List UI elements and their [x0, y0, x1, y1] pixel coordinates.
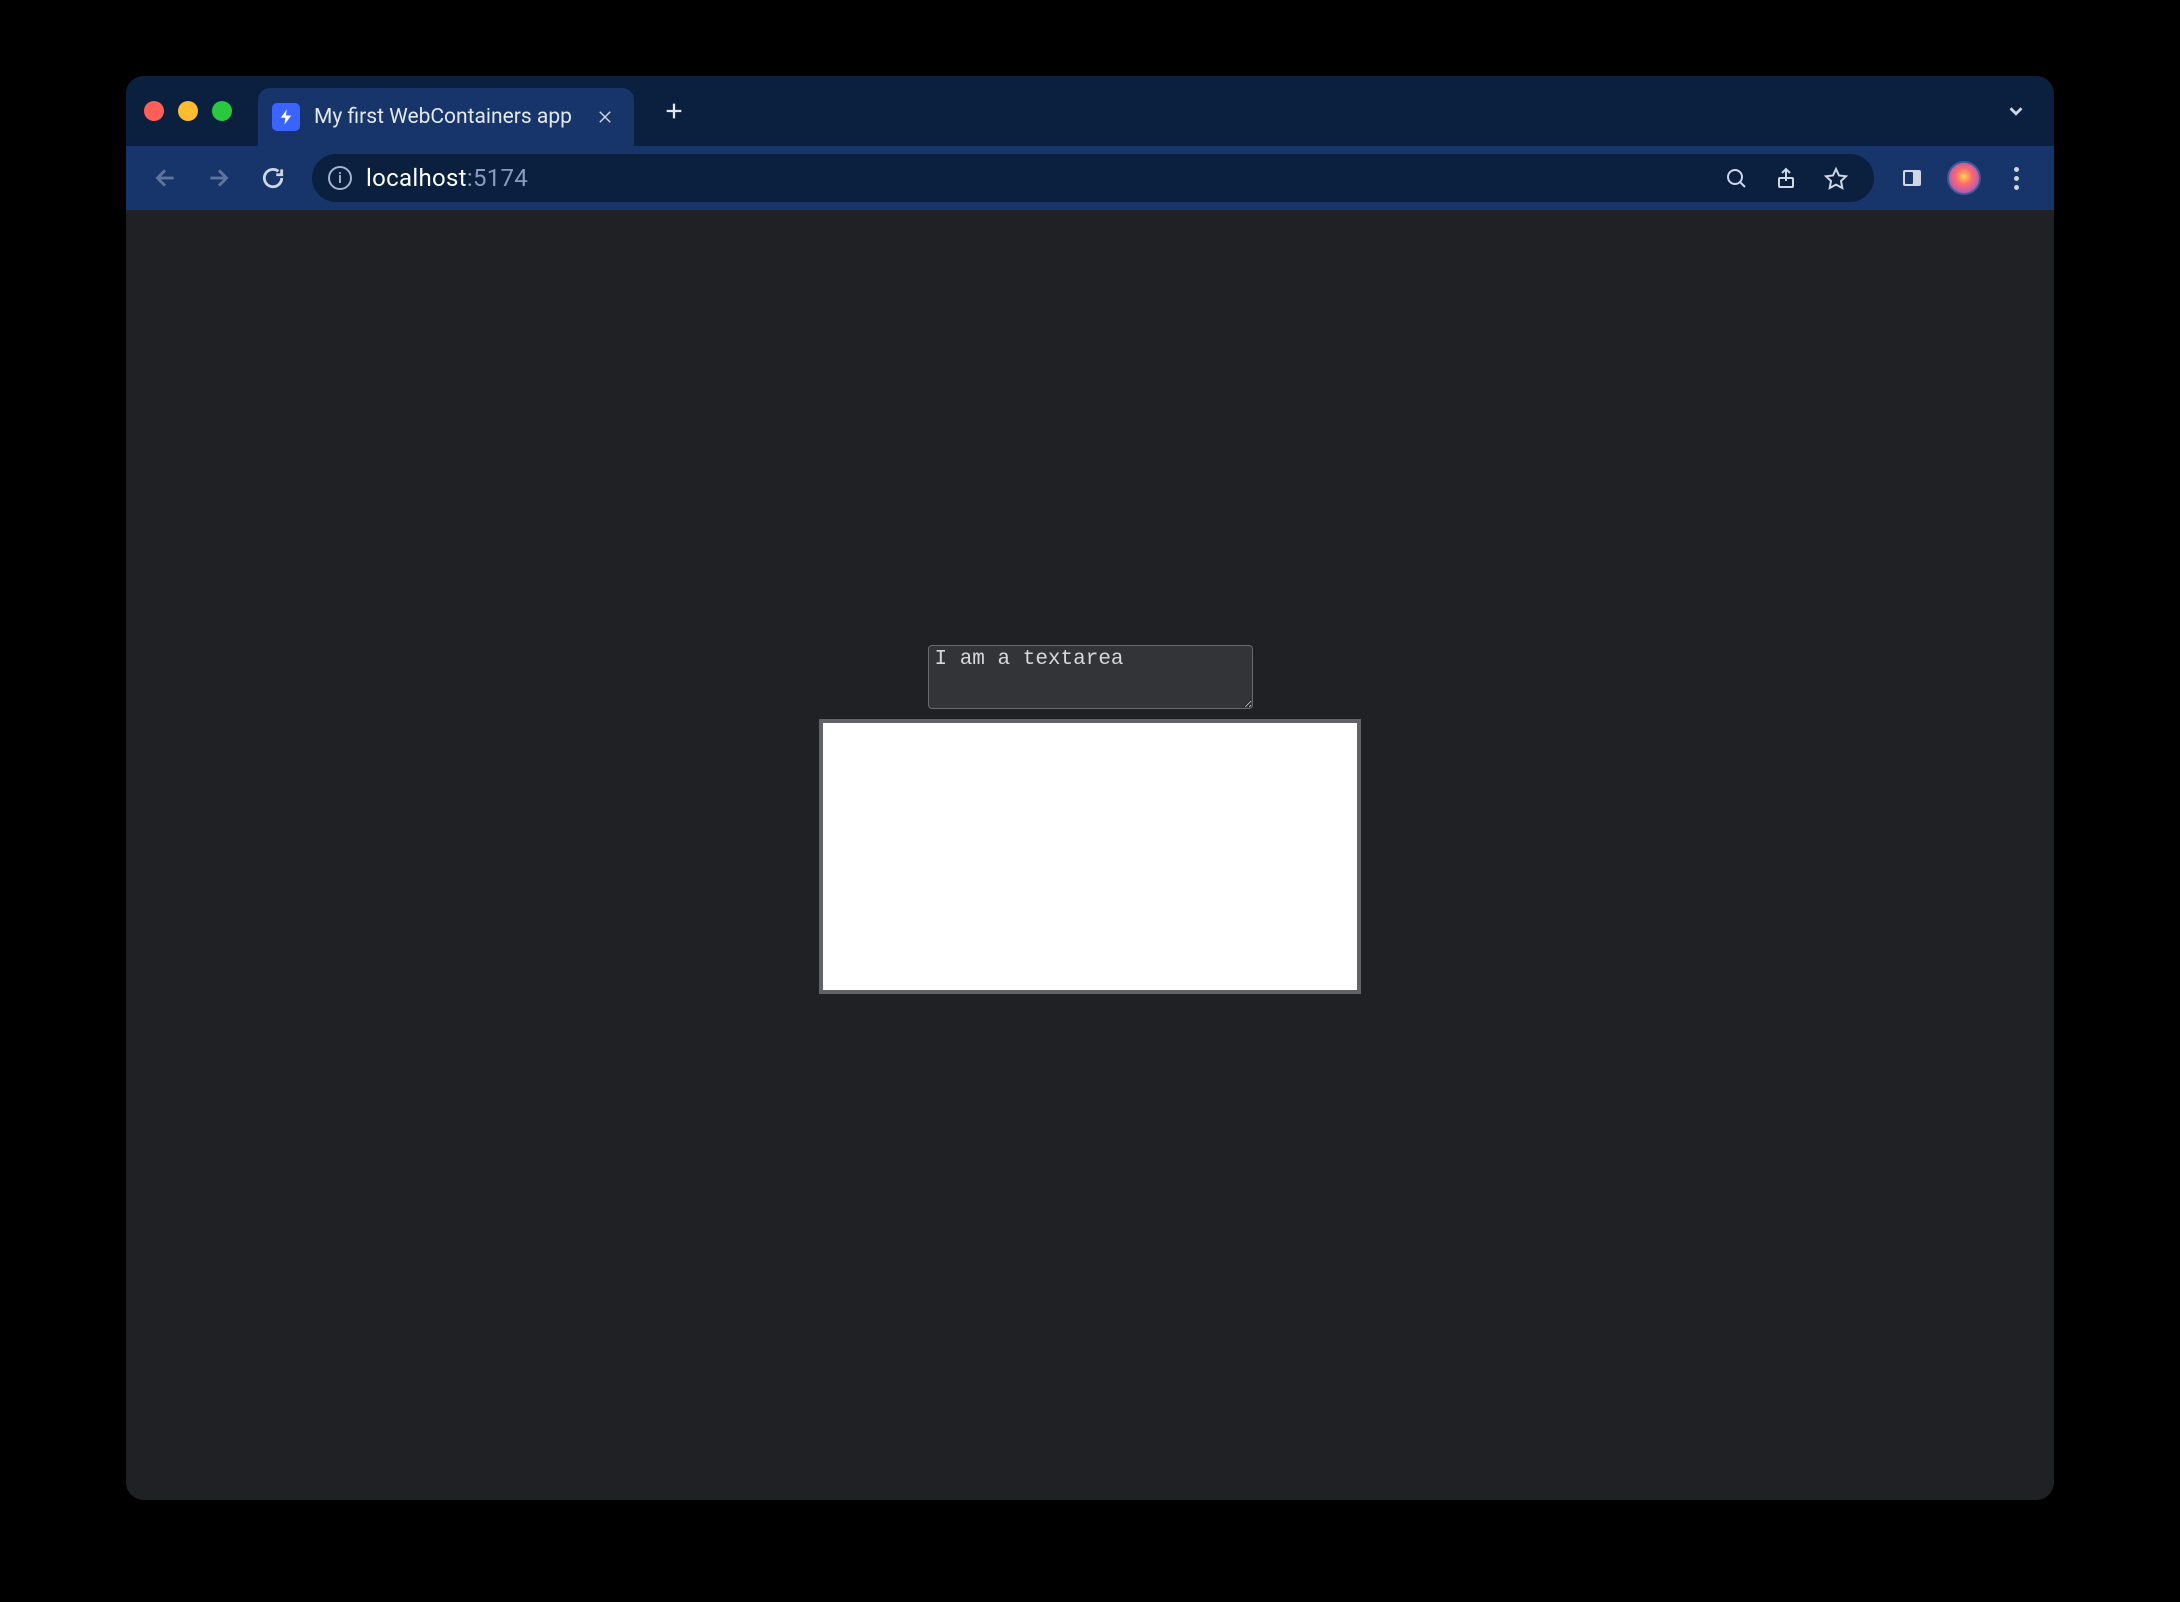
browser-menu-button[interactable] [1994, 156, 2038, 200]
tab-strip: My first WebContainers app [126, 76, 2054, 146]
url-port: :5174 [467, 164, 528, 192]
close-window-button[interactable] [144, 101, 164, 121]
profile-avatar[interactable] [1942, 156, 1986, 200]
zoom-icon[interactable] [1714, 156, 1758, 200]
browser-window: My first WebContainers app i loc [126, 76, 2054, 1500]
tabs-dropdown-button[interactable] [1996, 91, 2036, 131]
reload-button[interactable] [250, 155, 296, 201]
window-controls [144, 101, 232, 121]
demo-textarea[interactable] [928, 645, 1253, 709]
side-panel-icon[interactable] [1890, 156, 1934, 200]
bolt-icon [272, 103, 300, 131]
bookmark-star-icon[interactable] [1814, 156, 1858, 200]
browser-tab[interactable]: My first WebContainers app [258, 88, 634, 146]
address-bar[interactable]: i localhost:5174 [312, 154, 1874, 202]
site-info-icon[interactable]: i [328, 166, 352, 190]
url-text: localhost:5174 [366, 164, 528, 192]
demo-iframe[interactable] [819, 719, 1361, 994]
maximize-window-button[interactable] [212, 101, 232, 121]
back-button[interactable] [142, 155, 188, 201]
url-host: localhost [366, 164, 467, 192]
minimize-window-button[interactable] [178, 101, 198, 121]
forward-button[interactable] [196, 155, 242, 201]
share-icon[interactable] [1764, 156, 1808, 200]
close-tab-button[interactable] [592, 104, 618, 130]
browser-toolbar: i localhost:5174 [126, 146, 2054, 210]
page-viewport [126, 210, 2054, 1500]
tab-title: My first WebContainers app [314, 105, 572, 129]
new-tab-button[interactable] [654, 91, 694, 131]
